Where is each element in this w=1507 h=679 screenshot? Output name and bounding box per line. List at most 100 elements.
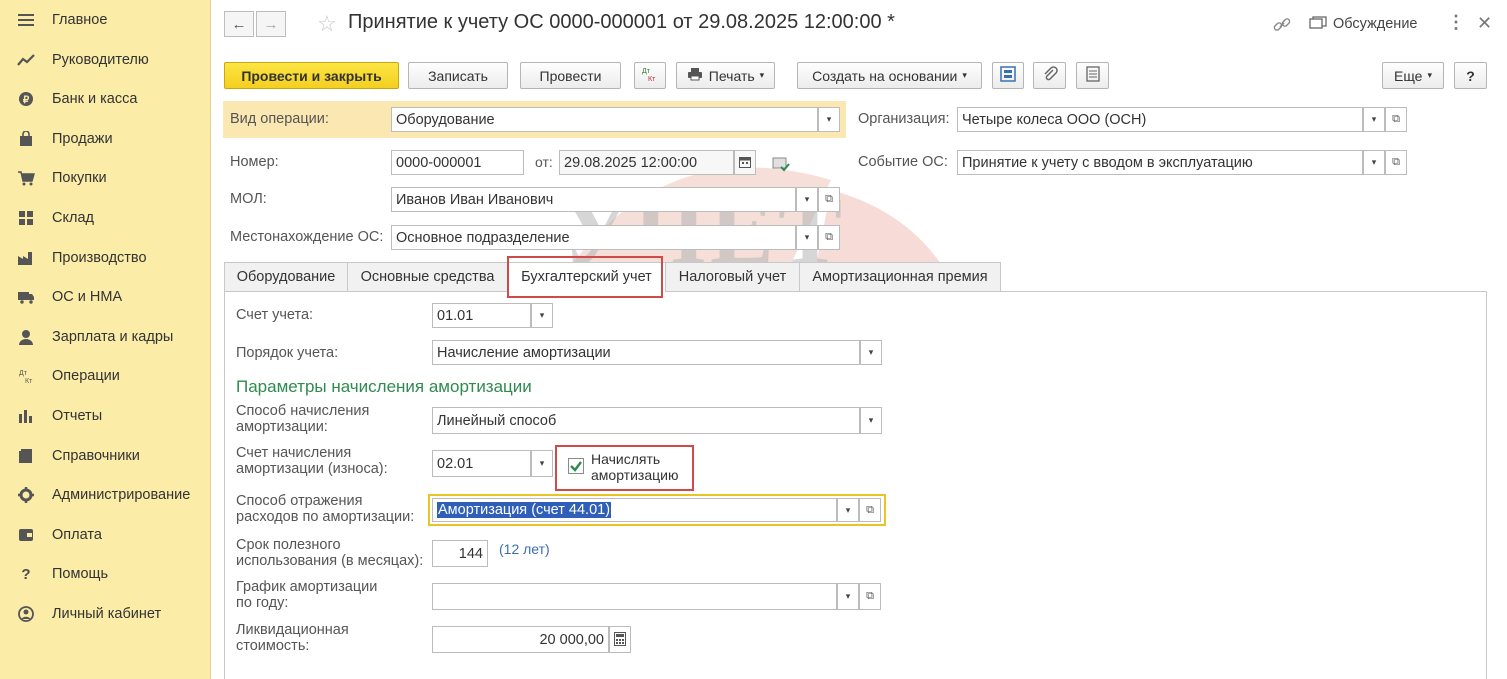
dep-account-label: Счет начисления амортизации (износа): [236, 445, 388, 477]
sidebar-item-sales[interactable]: Продажи [0, 124, 210, 154]
tab-tax-accounting[interactable]: Налоговый учет [665, 262, 799, 292]
more-label: Еще [1393, 67, 1423, 84]
schedule-label: График амортизации по году: [236, 579, 377, 611]
sidebar-item-references[interactable]: Справочники [0, 441, 210, 471]
chevron-down-icon: ▾ [845, 504, 851, 515]
discussion-button[interactable]: Обсуждение [1309, 16, 1417, 32]
date-field[interactable]: 29.08.2025 12:00:00 [559, 150, 734, 175]
favorite-star-icon[interactable]: ☆ [317, 11, 337, 37]
accrue-checkbox[interactable] [568, 458, 584, 474]
sidebar-item-label: Руководителю [52, 52, 149, 68]
sidebar-item-salary[interactable]: Зарплата и кадры [0, 322, 210, 352]
location-field[interactable]: Основное подразделение [391, 225, 796, 250]
sidebar-item-account[interactable]: Личный кабинет [0, 599, 210, 629]
dep-account-dropdown[interactable]: ▾ [531, 450, 553, 477]
chevron-down-icon: ▾ [826, 114, 832, 124]
more-button[interactable]: Еще ▾ [1382, 62, 1444, 89]
number-field[interactable]: 0000-000001 [391, 150, 524, 175]
event-field[interactable]: Принятие к учету с вводом в эксплуатацию [957, 150, 1363, 175]
account-field[interactable]: 01.01 [432, 303, 531, 328]
save-button[interactable]: Записать [408, 62, 508, 89]
sidebar-item-payment[interactable]: Оплата [0, 520, 210, 550]
open-icon: ⧉ [866, 590, 874, 602]
gear-icon [17, 486, 35, 504]
event-label: Событие ОС: [858, 154, 948, 170]
sidebar-item-manager[interactable]: Руководителю [0, 45, 210, 75]
paperclip-icon [1042, 66, 1058, 85]
book-icon [17, 447, 35, 465]
sidebar-item-admin[interactable]: Администрирование [0, 480, 210, 510]
accrue-label: Начислять амортизацию [591, 451, 678, 483]
close-icon[interactable]: ✕ [1477, 13, 1492, 34]
svg-text:Дт: Дт [642, 68, 651, 75]
sidebar-item-operations[interactable]: Дт Кт Операции [0, 361, 210, 391]
tab-depreciation-bonus[interactable]: Амортизационная премия [799, 262, 1001, 292]
mol-field[interactable]: Иванов Иван Иванович [391, 187, 796, 212]
event-open-button[interactable]: ⧉ [1385, 150, 1407, 175]
method-dropdown[interactable]: ▾ [860, 407, 882, 434]
bar-chart-icon [17, 407, 35, 425]
sidebar-item-warehouse[interactable]: Склад [0, 203, 210, 233]
dep-account-field[interactable]: 02.01 [432, 450, 531, 477]
debit-credit-button[interactable]: Дт Кт [634, 62, 666, 89]
chevron-down-icon: ▾ [845, 591, 851, 601]
back-button[interactable]: ← [224, 11, 254, 37]
link-icon[interactable] [1273, 16, 1291, 37]
schedule-field[interactable] [432, 583, 837, 610]
sidebar-item-purchases[interactable]: Покупки [0, 163, 210, 193]
calendar-button[interactable] [734, 150, 756, 175]
schedule-dropdown[interactable]: ▾ [837, 583, 859, 610]
mol-dropdown[interactable]: ▾ [796, 187, 818, 212]
discussion-label: Обсуждение [1333, 16, 1418, 32]
attach-button[interactable] [1033, 62, 1066, 89]
expense-dropdown[interactable]: ▾ [837, 498, 859, 522]
expense-field[interactable]: Амортизация (счет 44.01) [432, 498, 837, 522]
printer-icon [687, 67, 703, 84]
post-and-close-button[interactable]: Провести и закрыть [224, 62, 399, 89]
post-button[interactable]: Провести [520, 62, 621, 89]
location-open-button[interactable]: ⧉ [818, 225, 840, 250]
arrow-left-icon: ← [231, 15, 247, 33]
tab-fixed-assets[interactable]: Основные средства [347, 262, 507, 292]
document-check-icon[interactable] [772, 156, 790, 175]
document-form: УЧЕТ БЕЗ ЗАБОТ ← → ☆ Принятие к учету ОС… [211, 0, 1507, 679]
question-icon: ? [21, 565, 31, 583]
operation-type-field[interactable]: Оборудование [391, 107, 818, 132]
calculator-button[interactable] [609, 626, 631, 653]
create-based-label: Создать на основании [812, 67, 958, 84]
expense-open-button[interactable]: ⧉ [859, 498, 881, 522]
account-dropdown[interactable]: ▾ [531, 303, 553, 328]
schedule-open-button[interactable]: ⧉ [859, 583, 881, 610]
more-vertical-icon[interactable]: ⋮ [1447, 12, 1465, 33]
mol-open-button[interactable]: ⧉ [818, 187, 840, 212]
forward-button[interactable]: → [256, 11, 286, 37]
organization-field[interactable]: Четыре колеса ООО (ОСН) [957, 107, 1363, 132]
tab-equipment[interactable]: Оборудование [224, 262, 347, 292]
arrow-right-icon: → [263, 15, 279, 33]
order-field[interactable]: Начисление амортизации [432, 340, 860, 365]
operation-type-dropdown[interactable]: ▾ [818, 107, 840, 132]
report-button[interactable] [1076, 62, 1109, 89]
organization-open-button[interactable]: ⧉ [1385, 107, 1407, 132]
coin-icon: ₽ [17, 90, 35, 108]
expense-label-line1: Способ отражения [236, 493, 363, 509]
location-dropdown[interactable]: ▾ [796, 225, 818, 250]
sidebar-item-help[interactable]: ? Помощь [0, 559, 210, 589]
create-based-on-button[interactable]: Создать на основании ▾ [797, 62, 982, 89]
sidebar-item-main[interactable]: Главное [0, 5, 210, 35]
order-dropdown[interactable]: ▾ [860, 340, 882, 365]
organization-dropdown[interactable]: ▾ [1363, 107, 1385, 132]
sidebar-item-production[interactable]: Производство [0, 243, 210, 273]
help-button[interactable]: ? [1454, 62, 1487, 89]
event-dropdown[interactable]: ▾ [1363, 150, 1385, 175]
organization-label: Организация: [858, 111, 950, 127]
trend-icon [17, 51, 35, 69]
structure-button[interactable] [992, 62, 1024, 89]
method-field[interactable]: Линейный способ [432, 407, 860, 434]
sidebar-item-reports[interactable]: Отчеты [0, 401, 210, 431]
sidebar-item-fixed-assets[interactable]: ОС и НМА [0, 282, 210, 312]
life-field[interactable]: 144 [432, 540, 488, 567]
print-button[interactable]: Печать ▾ [676, 62, 775, 89]
salvage-field[interactable]: 20 000,00 [432, 626, 609, 653]
sidebar-item-bank[interactable]: ₽ Банк и касса [0, 84, 210, 114]
